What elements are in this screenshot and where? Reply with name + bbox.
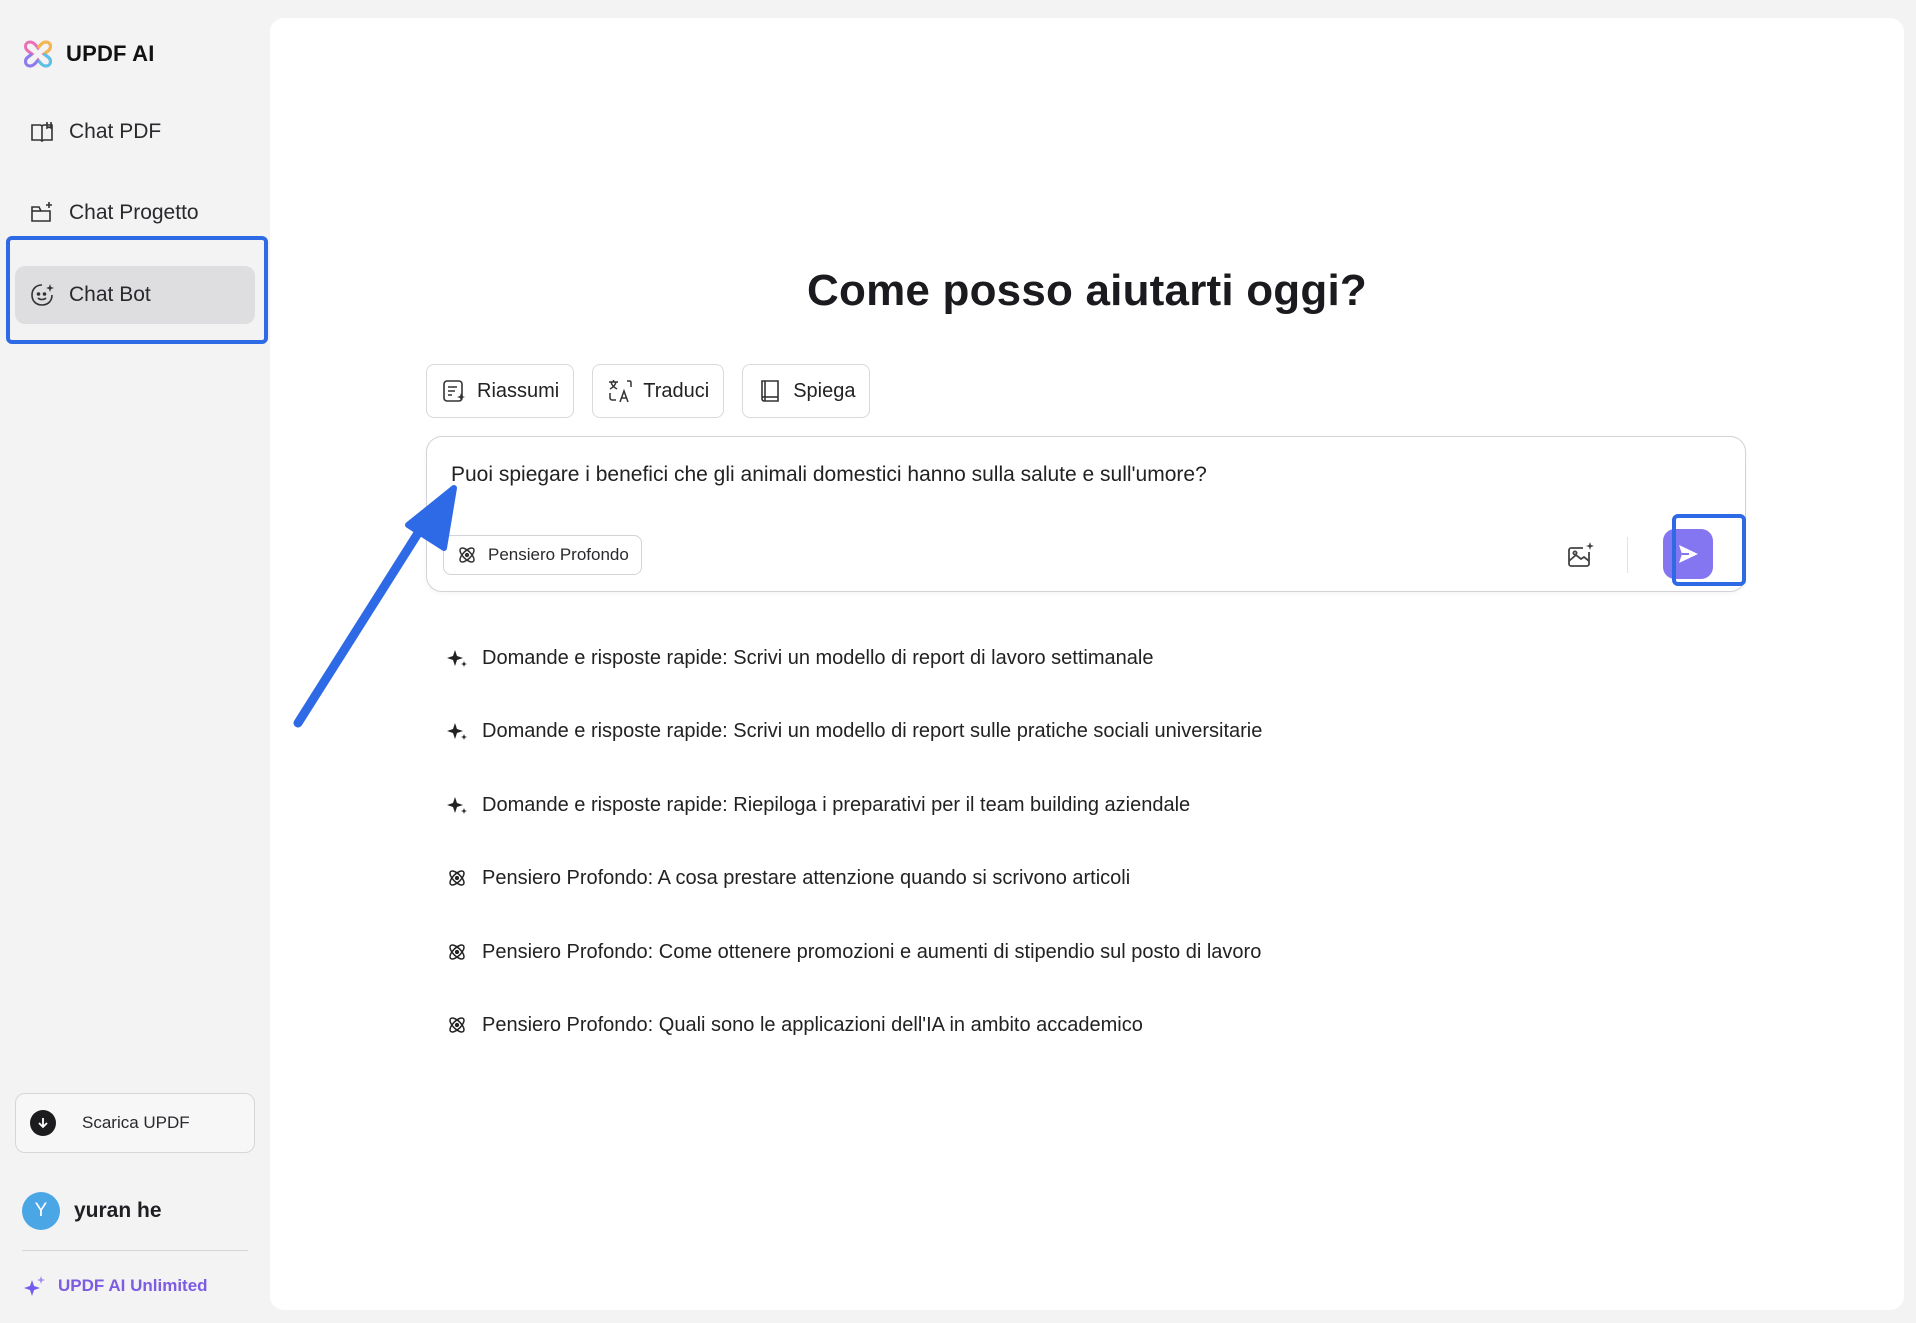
chip-label: Spiega	[793, 379, 856, 402]
deep-thinking-label: Pensiero Profondo	[488, 545, 629, 564]
atom-icon	[449, 870, 465, 886]
quick-action-chips: Riassumi Traduci Spiega	[426, 364, 871, 418]
suggestion-item[interactable]: Domande e risposte rapide: Scrivi un mod…	[446, 638, 1153, 678]
book-icon	[31, 122, 53, 143]
sidebar-item-chat-pdf[interactable]: Chat PDF	[15, 103, 255, 161]
suggestion-text: Domande e risposte rapide: Scrivi un mod…	[482, 719, 1263, 742]
chip-label: Riassumi	[477, 379, 560, 402]
sidebar-item-chat-progetto[interactable]: Chat Progetto	[15, 184, 255, 242]
send-icon	[1679, 545, 1698, 563]
download-updf-button[interactable]: Scarica UPDF	[15, 1093, 255, 1153]
user-name: yuran he	[74, 1199, 162, 1222]
chat-input[interactable]	[451, 455, 1651, 495]
summarize-icon	[443, 380, 465, 402]
download-label: Scarica UPDF	[82, 1113, 190, 1132]
sparkles-icon	[24, 1276, 45, 1296]
folder-plus-icon	[31, 202, 52, 222]
composer-separator	[1627, 537, 1628, 573]
suggestion-text: Domande e risposte rapide: Scrivi un mod…	[482, 646, 1154, 669]
user-profile[interactable]: Y yuran he	[22, 1192, 162, 1230]
logo-text: UPDF AI	[66, 41, 155, 66]
suggestion-text: Domande e risposte rapide: Riepiloga i p…	[482, 793, 1191, 816]
chip-traduci[interactable]: Traduci	[592, 364, 725, 418]
suggestion-text: Pensiero Profondo: A cosa prestare atten…	[482, 866, 1131, 889]
sparkle-icon	[447, 650, 467, 667]
atom-icon	[449, 944, 465, 960]
sidebar-item-label: Chat PDF	[69, 120, 162, 143]
main-panel: Come posso aiutarti oggi? Riassumi Tradu…	[270, 18, 1904, 1310]
image-upload-button[interactable]	[1561, 535, 1601, 575]
sparkle-icon	[447, 797, 467, 814]
chip-riassumi[interactable]: Riassumi	[426, 364, 575, 418]
suggestion-text: Pensiero Profondo: Quali sono le applica…	[482, 1013, 1143, 1036]
sidebar-item-chat-bot[interactable]: Chat Bot	[15, 266, 255, 324]
suggestion-item[interactable]: Domande e risposte rapide: Scrivi un mod…	[446, 711, 1262, 751]
sidebar: UPDF AI Chat PDF Chat Progetto Chat Bot …	[0, 0, 268, 1323]
atom-icon	[449, 1017, 465, 1033]
sidebar-item-label: Chat Progetto	[69, 201, 199, 224]
book-open-icon	[761, 380, 780, 402]
unlimited-label: UPDF AI Unlimited	[58, 1276, 208, 1295]
suggestion-item[interactable]: Pensiero Profondo: Quali sono le applica…	[446, 1005, 1143, 1045]
image-add-icon	[1568, 542, 1594, 567]
page-title: Come posso aiutarti oggi?	[807, 266, 1367, 315]
chip-spiega[interactable]: Spiega	[742, 364, 871, 418]
updf-logo-icon	[24, 40, 52, 68]
logo[interactable]: UPDF AI	[22, 38, 155, 70]
upgrade-unlimited-link[interactable]: UPDF AI Unlimited	[22, 1274, 208, 1298]
translate-icon	[609, 380, 632, 403]
sidebar-item-label: Chat Bot	[69, 283, 151, 306]
chat-composer: Pensiero Profondo	[426, 436, 1746, 592]
download-icon	[30, 1110, 56, 1136]
bot-face-icon	[31, 284, 54, 306]
suggestion-item[interactable]: Pensiero Profondo: A cosa prestare atten…	[446, 858, 1130, 898]
suggestion-item[interactable]: Pensiero Profondo: Come ottenere promozi…	[446, 932, 1261, 972]
suggestion-text: Pensiero Profondo: Come ottenere promozi…	[482, 940, 1262, 963]
atom-icon	[459, 547, 475, 563]
avatar: Y	[22, 1192, 60, 1230]
suggestion-item[interactable]: Domande e risposte rapide: Riepiloga i p…	[446, 785, 1190, 825]
send-button[interactable]	[1663, 529, 1713, 579]
app-window: UPDF AI Chat PDF Chat Progetto Chat Bot …	[0, 0, 1916, 1323]
deep-thinking-toggle[interactable]: Pensiero Profondo	[443, 535, 642, 575]
sidebar-divider	[22, 1250, 248, 1251]
chip-label: Traduci	[643, 379, 710, 402]
sparkle-icon	[447, 723, 467, 740]
